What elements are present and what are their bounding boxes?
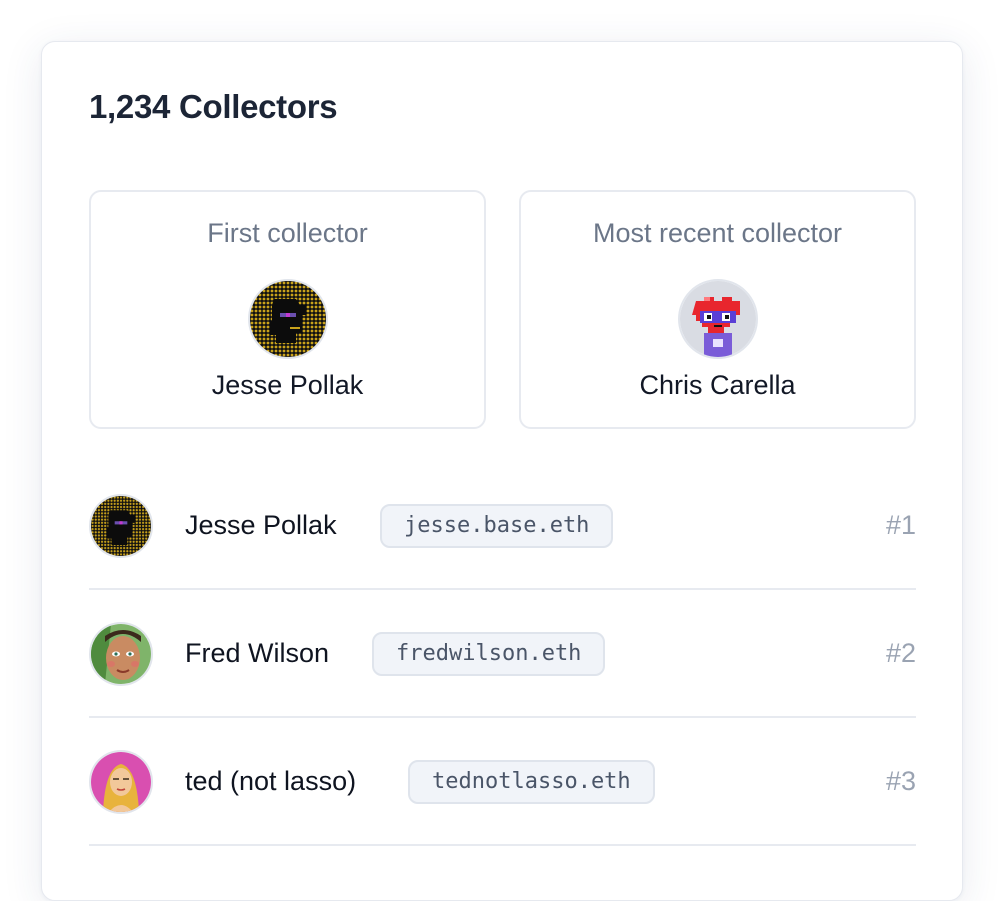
collector-name[interactable]: ted (not lasso) [185, 766, 356, 797]
first-collector-card[interactable]: First collector Jesse Pollak [89, 190, 486, 429]
pixel-punk-avatar-icon [247, 279, 328, 359]
recent-collector-name[interactable]: Chris Carella [521, 370, 914, 401]
collector-handle-badge[interactable]: fredwilson.eth [372, 632, 606, 676]
collector-rank: #3 [885, 766, 916, 796]
collector-rank: #1 [885, 510, 916, 540]
pixel-punk-avatar-icon [89, 494, 153, 558]
collector-handle-badge[interactable]: tednotlasso.eth [408, 760, 655, 804]
row-divider [89, 844, 916, 846]
pixel-heart-avatar-icon [677, 279, 758, 359]
collector-name[interactable]: Jesse Pollak [185, 510, 337, 541]
collectors-card: 1,234 Collectors First collector Jesse P… [41, 41, 963, 901]
painted-portrait-avatar-icon [89, 622, 153, 686]
recent-collector-label: Most recent collector [592, 218, 843, 248]
first-collector-name[interactable]: Jesse Pollak [91, 370, 484, 401]
recent-collector-card[interactable]: Most recent collector Chris Carella [519, 190, 916, 429]
collectors-count-title: 1,234 Collectors [89, 88, 338, 125]
pink-portrait-avatar-icon [89, 750, 153, 814]
collector-rank: #2 [885, 638, 916, 668]
collector-row[interactable]: Jesse Pollak jesse.base.eth #1 [89, 462, 916, 590]
collector-name[interactable]: Fred Wilson [185, 638, 329, 669]
collector-row[interactable]: Fred Wilson fredwilson.eth #2 [89, 590, 916, 718]
collector-handle-badge[interactable]: jesse.base.eth [380, 504, 614, 548]
collector-row[interactable]: ted (not lasso) tednotlasso.eth #3 [89, 718, 916, 846]
first-collector-label: First collector [207, 218, 368, 248]
